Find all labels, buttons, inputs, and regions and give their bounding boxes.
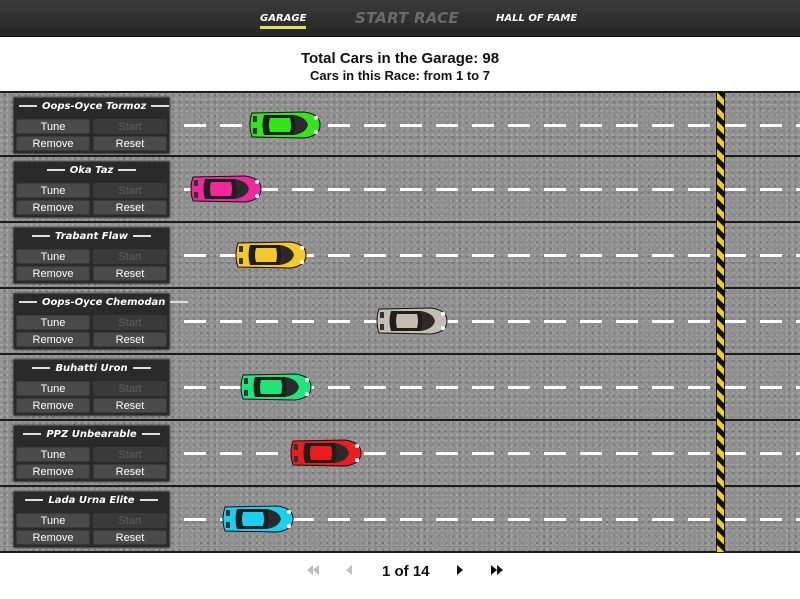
reset-button[interactable]: Reset (93, 398, 167, 413)
start-button[interactable]: Start (93, 513, 167, 528)
start-button[interactable]: Start (93, 315, 167, 330)
nav-garage-label: GARAGE (260, 13, 307, 24)
car-control-panel: Oka Taz Tune Start Remove Reset (13, 161, 170, 218)
tune-button[interactable]: Tune (16, 183, 90, 198)
page-title: Total Cars in the Garage: 98 (300, 50, 500, 67)
car-icon (190, 175, 262, 203)
next-page-icon[interactable] (455, 562, 465, 582)
page-indicator: 1 of 14 (382, 563, 430, 580)
race-lane: Lada Urna Elite Tune Start Remove Reset (0, 487, 800, 553)
reset-button[interactable]: Reset (93, 200, 167, 215)
car-icon (290, 439, 362, 467)
nav-start-race[interactable]: START RACE (355, 0, 459, 37)
remove-button[interactable]: Remove (16, 530, 90, 545)
finish-line (716, 91, 725, 552)
remove-button[interactable]: Remove (16, 398, 90, 413)
car-name: Buhatti Uron (14, 363, 169, 377)
tune-button[interactable]: Tune (16, 119, 90, 134)
reset-button[interactable]: Reset (93, 266, 167, 281)
car-name: Oops-Oyce Tormoz (14, 101, 169, 115)
remove-button[interactable]: Remove (16, 200, 90, 215)
tune-button[interactable]: Tune (16, 315, 90, 330)
race-lane: PPZ Unbearable Tune Start Remove Reset (0, 421, 800, 487)
race-lane: Oka Taz Tune Start Remove Reset (0, 157, 800, 223)
prev-page-icon[interactable] (344, 562, 354, 582)
start-button[interactable]: Start (93, 183, 167, 198)
race-lane: Trabant Flaw Tune Start Remove Reset (0, 223, 800, 289)
remove-button[interactable]: Remove (16, 136, 90, 151)
car-name: Trabant Flaw (14, 231, 169, 245)
race-lane: Buhatti Uron Tune Start Remove Reset (0, 355, 800, 421)
car-icon (222, 505, 294, 533)
car-name: PPZ Unbearable (14, 429, 169, 443)
car-icon (249, 111, 321, 139)
page-subtitle: Cars in this Race: from 1 to 7 (310, 68, 490, 83)
car-icon (235, 241, 307, 269)
first-page-icon[interactable] (306, 562, 320, 582)
race-lane: Oops-Oyce Tormoz Tune Start Remove Reset (0, 91, 800, 157)
tune-button[interactable]: Tune (16, 381, 90, 396)
start-button[interactable]: Start (93, 381, 167, 396)
car-control-panel: PPZ Unbearable Tune Start Remove Reset (13, 425, 170, 482)
tune-button[interactable]: Tune (16, 249, 90, 264)
car-control-panel: Buhatti Uron Tune Start Remove Reset (13, 359, 170, 416)
nav-garage[interactable]: GARAGE (260, 0, 307, 37)
pagination: 1 of 14 (0, 552, 800, 599)
start-button[interactable]: Start (93, 249, 167, 264)
reset-button[interactable]: Reset (93, 530, 167, 545)
reset-button[interactable]: Reset (93, 332, 167, 347)
race-track: Oops-Oyce Tormoz Tune Start Remove Reset Oka … (0, 91, 800, 553)
race-lane: Oops-Oyce Chemodan Tune Start Remove Reset (0, 289, 800, 355)
remove-button[interactable]: Remove (16, 332, 90, 347)
remove-button[interactable]: Remove (16, 464, 90, 479)
nav-hall-of-fame[interactable]: HALL OF FAME (496, 0, 577, 37)
start-button[interactable]: Start (93, 447, 167, 462)
lane-divider (184, 320, 800, 323)
tune-button[interactable]: Tune (16, 513, 90, 528)
car-name: Oops-Oyce Chemodan (14, 297, 169, 311)
last-page-icon[interactable] (490, 562, 504, 582)
car-name: Lada Urna Elite (14, 495, 169, 509)
lane-divider (184, 452, 800, 455)
reset-button[interactable]: Reset (93, 136, 167, 151)
car-control-panel: Oops-Oyce Tormoz Tune Start Remove Reset (13, 97, 170, 154)
top-navigation: GARAGE START RACE HALL OF FAME (0, 0, 800, 37)
start-button[interactable]: Start (93, 119, 167, 134)
nav-active-underline (260, 26, 307, 29)
car-icon (240, 373, 312, 401)
car-icon (376, 307, 448, 335)
car-name: Oka Taz (14, 165, 169, 179)
remove-button[interactable]: Remove (16, 266, 90, 281)
car-control-panel: Lada Urna Elite Tune Start Remove Reset (13, 491, 170, 548)
lane-divider (184, 188, 800, 191)
car-control-panel: Oops-Oyce Chemodan Tune Start Remove Reset (13, 293, 170, 350)
reset-button[interactable]: Reset (93, 464, 167, 479)
car-control-panel: Trabant Flaw Tune Start Remove Reset (13, 227, 170, 284)
tune-button[interactable]: Tune (16, 447, 90, 462)
